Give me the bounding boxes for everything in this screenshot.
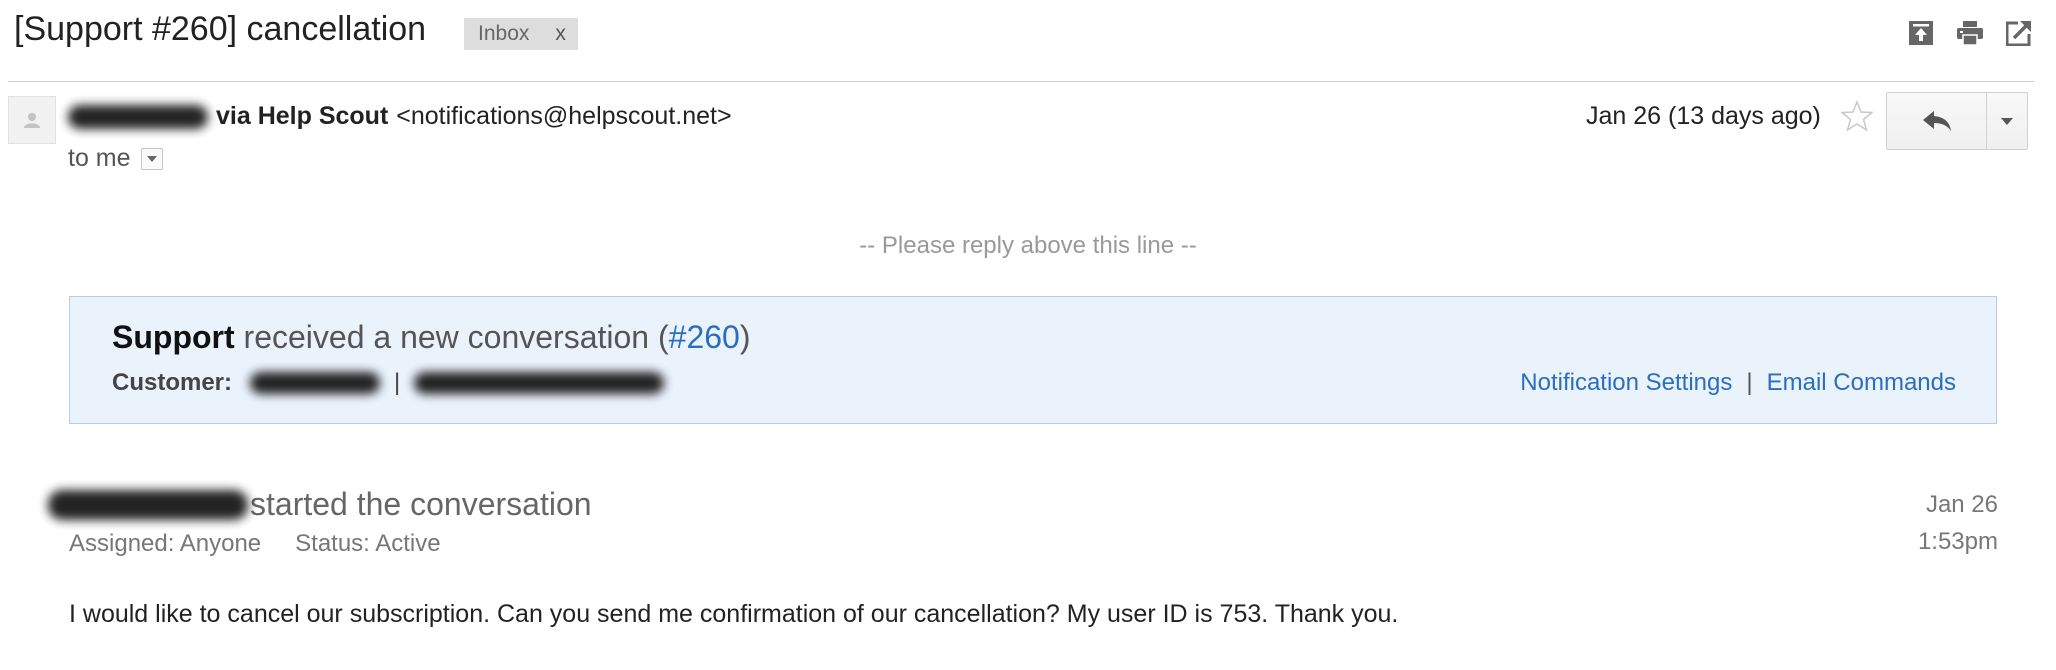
reply-button[interactable]: [1887, 93, 1988, 149]
show-details-dropdown[interactable]: [140, 147, 163, 170]
email-commands-link[interactable]: Email Commands: [1767, 369, 1956, 397]
message-body: I would like to cancel our subscription.…: [69, 600, 1399, 628]
reply-button-group: [1886, 92, 2028, 150]
more-actions-button[interactable]: [1987, 93, 2027, 149]
recipient-text: to me: [68, 144, 131, 172]
team-name: Support: [112, 319, 235, 355]
person-icon: [24, 113, 40, 128]
conversation-meta: Assigned: Anyone Status: Active: [69, 530, 441, 558]
recipient-line: to me: [68, 144, 163, 173]
new-window-icon[interactable]: [2005, 20, 2032, 51]
ticket-link[interactable]: #260: [669, 319, 740, 355]
conversation-timestamp: Jan 26 1:53pm: [1900, 486, 1998, 560]
sender-via: via Help Scout: [216, 102, 389, 130]
redacted-customer-email: [414, 372, 665, 394]
sender-line: via Help Scout <notifications@helpscout.…: [68, 102, 732, 131]
notice-text: received a new conversation (: [243, 319, 669, 355]
customer-line: Customer: |: [112, 369, 665, 397]
redacted-sender-name: [68, 104, 208, 129]
label-text: Inbox: [478, 22, 530, 45]
conversation-started-text: started the conversation: [250, 486, 592, 522]
redacted-customer-name: [48, 489, 248, 520]
header-divider: [8, 81, 2034, 82]
customer-separator: |: [394, 369, 401, 396]
conversation-started-line: started the conversation: [48, 486, 592, 523]
reply-above-line: -- Please reply above this line --: [859, 232, 1197, 259]
email-toolbar: [1908, 20, 2032, 51]
conversation-date: Jan 26: [1925, 491, 1998, 518]
print-icon[interactable]: [1956, 20, 1984, 51]
star-icon[interactable]: [1840, 99, 1874, 132]
redacted-customer-name: [250, 372, 381, 394]
notice-close-paren: ): [739, 319, 751, 355]
notification-panel: Support received a new conversation (#26…: [69, 296, 1997, 424]
sender-email[interactable]: <notifications@helpscout.net>: [396, 102, 731, 131]
assigned-text: Assigned: Anyone: [69, 530, 262, 557]
customer-label: Customer:: [112, 369, 233, 396]
notice-title: Support received a new conversation (#26…: [112, 319, 750, 356]
remove-label-button[interactable]: x: [555, 22, 566, 46]
status-text: Status: Active: [295, 530, 441, 557]
email-subject: [Support #260] cancellation: [14, 10, 427, 48]
link-separator: |: [1746, 369, 1753, 396]
archive-icon[interactable]: [1908, 20, 1934, 51]
reply-arrow-icon: [1922, 111, 1951, 131]
sender-avatar: [8, 96, 56, 144]
chevron-down-icon: [2001, 117, 2014, 125]
conversation-time: 1:53pm: [1917, 528, 1998, 555]
inbox-label-chip[interactable]: Inbox x: [464, 18, 578, 50]
email-date: Jan 26 (13 days ago): [1586, 102, 1821, 130]
notification-settings-link[interactable]: Notification Settings: [1520, 369, 1732, 397]
notice-links: Notification Settings | Email Commands: [1520, 369, 1956, 397]
chevron-down-icon: [146, 155, 157, 162]
